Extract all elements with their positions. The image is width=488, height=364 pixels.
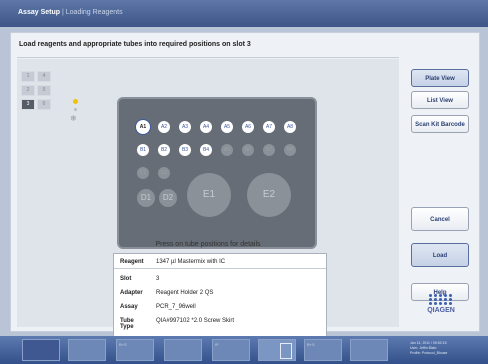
tube-e2[interactable]: E2 bbox=[247, 173, 291, 217]
slot-value: 3 bbox=[156, 276, 160, 282]
status-profile: Profile: Protocol_Blouse bbox=[410, 351, 448, 355]
tube-e1[interactable]: E1 bbox=[187, 173, 231, 217]
details-divider bbox=[114, 268, 326, 269]
tube-c2[interactable]: C2 bbox=[158, 167, 170, 179]
taskbar-tab-8[interactable] bbox=[350, 339, 388, 361]
tube-b6[interactable]: B6 bbox=[242, 144, 254, 156]
taskbar-tab-2[interactable] bbox=[68, 339, 106, 361]
app-title: Assay Setup bbox=[18, 9, 61, 16]
taskbar-tab-6[interactable] bbox=[258, 339, 296, 361]
qiagen-logo: QIAGEN bbox=[425, 294, 457, 314]
slot-3[interactable]: 3 bbox=[21, 99, 35, 110]
load-panel: 1 4 2 5 3 6 ❄ A1 A2 A3 A4 A5 A6 A7 A8 B1… bbox=[17, 59, 399, 341]
assay-value: PCR_7_96well bbox=[156, 304, 196, 310]
reagent-value: 1347 µl Mastermix with IC bbox=[156, 259, 226, 265]
indicator-dot-icon bbox=[73, 99, 78, 104]
title-separator: | bbox=[61, 9, 64, 16]
assay-label: Assay bbox=[120, 304, 138, 310]
cooling-icon: ❄ bbox=[70, 114, 77, 123]
logo-dots-icon bbox=[425, 294, 457, 305]
taskbar-tab-4[interactable] bbox=[164, 339, 202, 361]
slot-6[interactable]: 6 bbox=[37, 99, 51, 110]
logo-text: QIAGEN bbox=[427, 307, 455, 314]
window-title: Assay Setup | Loading Reagents bbox=[18, 9, 123, 16]
page-title: Loading Reagents bbox=[65, 9, 123, 16]
indicator-dot-icon bbox=[74, 108, 77, 111]
tube-a3[interactable]: A3 bbox=[179, 121, 191, 133]
tube-d2[interactable]: D2 bbox=[159, 189, 177, 207]
tube-type-label: Tube Type bbox=[120, 318, 134, 330]
status-info: Jan 14, 2011 / 09:52:15 User: Jeffin Bla… bbox=[410, 341, 447, 356]
tube-a1[interactable]: A1 bbox=[137, 121, 149, 133]
taskbar-tab-5[interactable]: IP bbox=[212, 339, 250, 361]
list-view-button[interactable]: List View bbox=[411, 91, 469, 109]
taskbar-tab-7[interactable]: B+S bbox=[304, 339, 342, 361]
divider bbox=[17, 57, 399, 58]
adapter-value: Reagent Holder 2 QS bbox=[156, 290, 214, 296]
right-panel: Plate View List View Scan Kit Barcode Ca… bbox=[411, 59, 475, 327]
tube-b5[interactable]: B5 bbox=[221, 144, 233, 156]
scan-kit-barcode-button[interactable]: Scan Kit Barcode bbox=[411, 115, 469, 133]
load-button[interactable]: Load bbox=[411, 243, 469, 267]
cancel-button[interactable]: Cancel bbox=[411, 207, 469, 231]
tube-a5[interactable]: A5 bbox=[221, 121, 233, 133]
reagent-label: Reagent bbox=[120, 259, 144, 265]
slot-label: Slot bbox=[120, 276, 132, 282]
main-screen: Load reagents and appropriate tubes into… bbox=[10, 32, 480, 341]
slot-2[interactable]: 2 bbox=[21, 85, 35, 96]
taskbar-tab-3[interactable]: B+S bbox=[116, 339, 154, 361]
instruction-text: Load reagents and appropriate tubes into… bbox=[19, 41, 251, 48]
slot-1[interactable]: 1 bbox=[21, 71, 35, 82]
taskbar-tab-1[interactable] bbox=[22, 339, 60, 361]
tube-c1[interactable]: C1 bbox=[137, 167, 149, 179]
tube-d1[interactable]: D1 bbox=[137, 189, 155, 207]
tube-b3[interactable]: B3 bbox=[179, 144, 191, 156]
tube-a2[interactable]: A2 bbox=[158, 121, 170, 133]
tube-a4[interactable]: A4 bbox=[200, 121, 212, 133]
tube-a7[interactable]: A7 bbox=[263, 121, 275, 133]
slot-5[interactable]: 5 bbox=[37, 85, 51, 96]
tube-b4[interactable]: B4 bbox=[200, 144, 212, 156]
tube-a6[interactable]: A6 bbox=[242, 121, 254, 133]
reagent-rack: A1 A2 A3 A4 A5 A6 A7 A8 B1 B2 B3 B4 B5 B… bbox=[117, 97, 317, 249]
tube-b7[interactable]: B7 bbox=[263, 144, 275, 156]
plate-view-button[interactable]: Plate View bbox=[411, 69, 469, 87]
grid-icon bbox=[280, 343, 292, 359]
tube-type-value: QIA#997102 *2.0 Screw Skirt bbox=[156, 318, 235, 324]
press-hint: Press on tube positions for details bbox=[155, 241, 261, 248]
adapter-label: Adapter bbox=[120, 290, 143, 296]
tube-b2[interactable]: B2 bbox=[158, 144, 170, 156]
tube-a8[interactable]: A8 bbox=[284, 121, 296, 133]
title-bar: Assay Setup | Loading Reagents bbox=[0, 0, 488, 27]
tube-b1[interactable]: B1 bbox=[137, 144, 149, 156]
slot-4[interactable]: 4 bbox=[37, 71, 51, 82]
tube-b8[interactable]: B8 bbox=[284, 144, 296, 156]
details-panel: Reagent 1347 µl Mastermix with IC Slot 3… bbox=[113, 253, 327, 341]
